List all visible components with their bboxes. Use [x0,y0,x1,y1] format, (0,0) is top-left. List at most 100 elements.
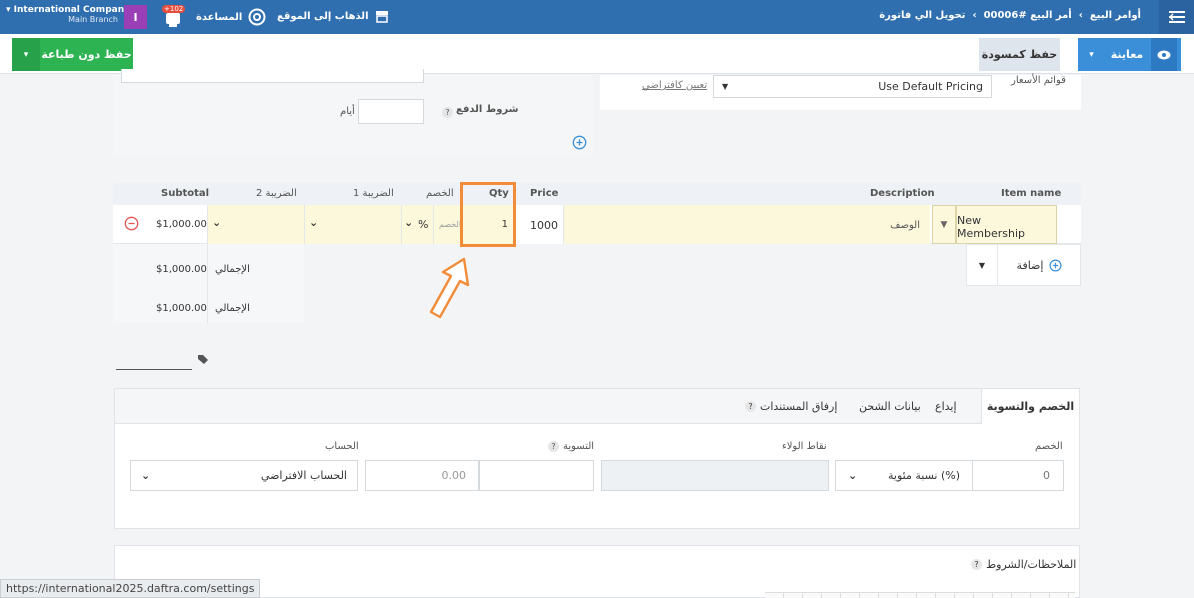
discount-type-value: نسبة مئوية (%) [888,469,960,482]
items-table-header: Subtotal الضريبة 2 الضريبة 1 الخصم Qty P… [113,183,1081,205]
notes-label: الملاحظات/الشروط [986,558,1077,571]
status-bar-url: https://international2025.daftra.com/set… [0,579,261,598]
preview-button[interactable]: معاينة [1105,38,1181,71]
sidebar-toggle-button[interactable] [1159,0,1194,34]
cut-off-field[interactable] [121,69,424,83]
preview-options-dropdown-button[interactable]: ▾ [1078,38,1105,71]
add-circle-icon [1049,258,1062,272]
totals-section: $1,000.00 الإجمالي $1,000.00 الإجمالي [113,244,304,323]
add-circle-icon[interactable] [572,135,587,150]
days-label: أيام [340,106,355,117]
notes-label-group: ? الملاحظات/الشروط [971,558,1076,571]
price-list-select[interactable]: ▼ Use Default Pricing [713,75,992,98]
tab-attachments[interactable]: ? إرفاق المستندات [745,400,837,413]
preview-label: معاينة [1110,48,1144,61]
set-default-link[interactable]: تعيين كافتراضي [642,80,707,91]
price-value: 1000 [530,219,558,232]
item-name-input[interactable]: New Membership [956,205,1057,244]
add-label: إضافة [1016,258,1044,272]
loyalty-points-label: نقاط الولاء [782,441,827,452]
remove-row-icon[interactable] [124,216,139,231]
tab-label: إرفاق المستندات [760,400,838,413]
total-label: الإجمالي [215,264,250,275]
item-name-value: New Membership [957,214,1025,240]
top-navigation-bar: ▾ International Company Main Branch I +1… [0,0,1194,34]
up-arrow-annotation-icon [429,257,470,319]
help-icon: ? [442,107,453,118]
column-header-description: Description [870,188,935,199]
payment-terms-label: شروط الدفع [456,104,519,115]
visit-site-button[interactable]: الذهاب إلى الموقع [277,9,389,23]
help-button[interactable]: المساعدة [196,8,266,26]
caret-down-icon: ▾ [6,5,11,15]
branch-name: Main Branch [68,15,118,24]
price-list-value: Use Default Pricing [878,80,983,93]
total-label: الإجمالي [215,303,250,314]
account-label: الحساب [325,441,359,452]
breadcrumb: أوامر البيع › أمر البيع #00006 › تحويل ا… [879,10,1141,21]
column-header-subtotal: Subtotal [161,188,210,199]
visit-site-label: الذهاب إلى الموقع [277,10,369,22]
description-input[interactable]: الوصف [563,205,930,244]
adjustments-tabs-panel: الخصم والتسوية إيداع بيانات الشحن ? إرفا… [114,388,1080,529]
user-avatar[interactable]: I [124,5,147,29]
account-select[interactable]: ⌄ الحساب الافتراضي [130,460,358,491]
row-subtotal: $1,000.00 [156,219,207,230]
notes-editor-toolbar[interactable] [765,592,1075,598]
tax1-select[interactable]: ⌄ [304,205,401,244]
price-list-panel: ▼ Use Default Pricing تعيين كافتراضي قوا… [600,75,1081,110]
menu-collapse-icon [1168,11,1185,23]
add-item-button[interactable]: إضافة [998,245,1081,285]
tags-input[interactable] [116,352,192,370]
save-options-dropdown-button[interactable]: ▾ [12,38,40,71]
discount-value-input[interactable]: 0 [972,460,1064,491]
discount-type-select[interactable]: ⌄ % [401,205,433,244]
tax2-select[interactable]: ⌄ [207,205,304,244]
store-icon [375,11,388,23]
tab-shipping[interactable]: بيانات الشحن [859,400,921,413]
column-header-price: Price [530,188,559,199]
discount-type-select[interactable]: ⌄ نسبة مئوية (%) [835,460,973,491]
chevron-down-icon: ⌄ [141,469,151,482]
adjustment-value-input[interactable]: 0.00 [365,460,479,491]
add-field-row [113,131,593,155]
qty-highlight-box [460,182,516,247]
payment-terms-days-input[interactable] [358,99,424,124]
adjustment-name-input[interactable] [479,460,594,491]
column-header-tax2: الضريبة 2 [256,188,297,199]
item-select-dropdown-button[interactable]: ▼ [932,205,956,244]
breadcrumb-separator-icon: › [972,10,977,21]
invoice-terms-panel: أيام ? شروط الدفع [113,69,593,131]
column-header-tax1: الضريبة 1 [353,188,394,199]
price-input[interactable]: 1000 [514,205,563,244]
chevron-down-icon: ⌄ [309,216,319,229]
notifications-button[interactable]: +102 [160,5,186,29]
tab-label: الخصم والتسوية [986,400,1075,413]
help-icon: ? [971,559,982,570]
caret-down-icon: ▼ [940,219,948,230]
tab-discount-adjustment[interactable]: الخصم والتسوية [981,389,1079,424]
save-draft-button[interactable]: حفظ كمسودة [979,38,1060,71]
breadcrumb-order[interactable]: أمر البيع #00006 [984,10,1072,21]
account-value: الحساب الافتراضي [260,469,347,482]
tab-deposit[interactable]: إيداع [935,400,957,413]
company-switcher[interactable]: ▾ International Company Main Branch [6,5,130,24]
tab-label: بيانات الشحن [859,400,921,413]
help-label: المساعدة [196,11,243,23]
company-name: International Company [13,5,130,15]
chevron-down-icon: ⌄ [212,216,222,229]
add-options-dropdown-button[interactable]: ▼ [967,245,998,285]
action-bar: ▾ حفظ دون طباعة حفظ كمسودة ▾ معاينة [0,34,1194,74]
description-placeholder: الوصف [890,220,920,231]
breadcrumb-root[interactable]: أوامر البيع [1090,10,1141,21]
adjustment-placeholder: 0.00 [441,469,467,482]
tab-label: إيداع [935,400,957,413]
price-lists-label: قوائم الأسعار [1011,75,1066,86]
save-without-print-button[interactable]: حفظ دون طباعة [40,38,133,71]
help-icon: ? [548,441,559,452]
adjustment-label-group: ? التسوية [548,441,594,452]
discount-input[interactable]: الخصم [433,205,461,244]
discount-type-value: % [418,218,429,231]
column-header-item-name: Item name [1001,188,1062,199]
breadcrumb-separator-icon: › [1078,10,1083,21]
